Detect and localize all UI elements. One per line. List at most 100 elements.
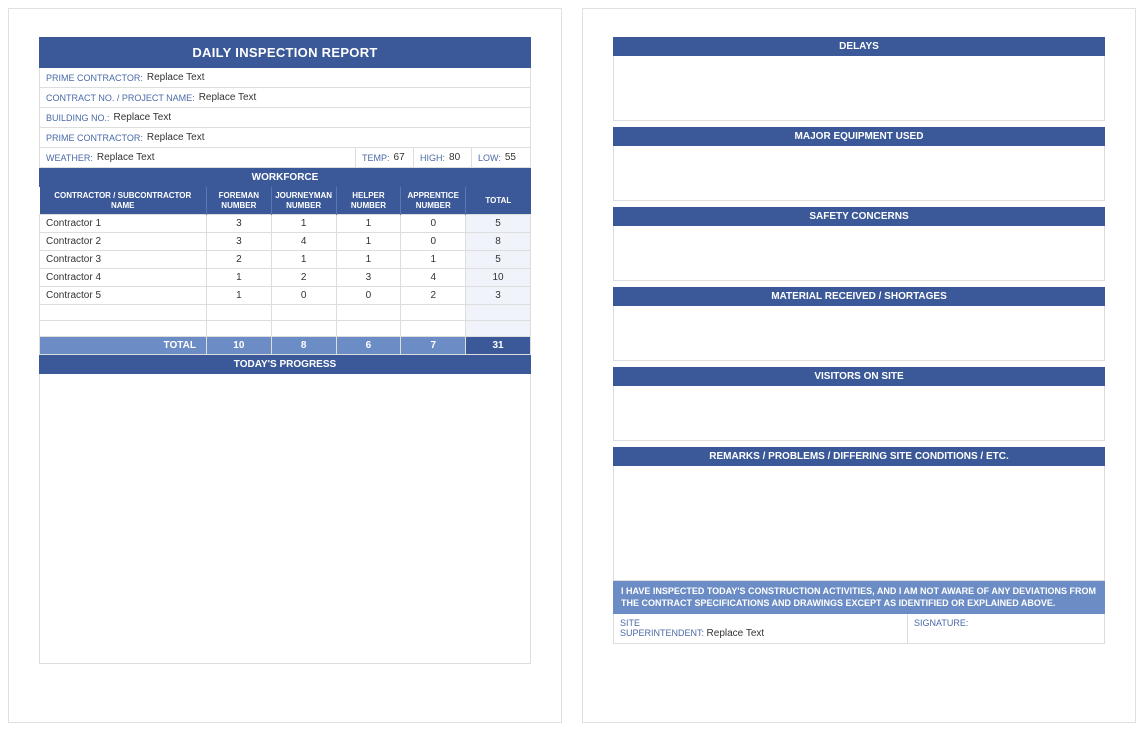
cell-name[interactable]: Contractor 2 [40,233,207,251]
table-row: Contractor 321115 [40,251,531,269]
col-foreman: FOREMAN NUMBER [206,187,271,215]
weather-row: WEATHER: Replace Text TEMP: 67 HIGH: 80 … [39,148,531,168]
col-name: CONTRACTOR / SUBCONTRACTOR NAME [40,187,207,215]
cell-journeyman[interactable]: 1 [271,215,336,233]
low-value[interactable]: 55 [505,152,516,163]
safety-box[interactable] [613,226,1105,281]
low-cell: LOW: 55 [472,148,530,167]
table-row: Contractor 131105 [40,215,531,233]
cell-total: 8 [466,233,531,251]
high-cell: HIGH: 80 [414,148,472,167]
field-contract-no: CONTRACT NO. / PROJECT NAME: Replace Tex… [39,88,531,108]
grand-total: 31 [466,337,531,355]
cell-helper[interactable]: 1 [336,233,401,251]
col-journeyman: JOURNEYMAN NUMBER [271,187,336,215]
cell-foreman[interactable]: 1 [206,269,271,287]
field-value[interactable]: Replace Text [147,72,205,83]
cell-name[interactable]: Contractor 1 [40,215,207,233]
total-apprentice: 7 [401,337,466,355]
table-row-empty [40,321,531,337]
table-row-empty [40,305,531,321]
col-apprentice: APPRENTICE NUMBER [401,187,466,215]
visitors-header: VISITORS ON SITE [613,367,1105,386]
cell-foreman[interactable]: 1 [206,287,271,305]
field-value[interactable]: Replace Text [199,92,257,103]
field-label: BUILDING NO.: [46,113,110,123]
cell-name[interactable]: Contractor 4 [40,269,207,287]
super-label-1: SITE [620,618,901,628]
temp-cell: TEMP: 67 [356,148,414,167]
cell-helper[interactable]: 1 [336,215,401,233]
cell-apprentice[interactable]: 2 [401,287,466,305]
col-helper: HELPER NUMBER [336,187,401,215]
report-page-2: DELAYS MAJOR EQUIPMENT USED SAFETY CONCE… [582,8,1136,723]
signature-label: SIGNATURE: [914,618,1098,628]
workforce-header: WORKFORCE [39,168,531,187]
field-building-no: BUILDING NO.: Replace Text [39,108,531,128]
cell-total: 3 [466,287,531,305]
table-row: Contractor 4123410 [40,269,531,287]
remarks-box[interactable] [613,466,1105,581]
cell-helper[interactable]: 3 [336,269,401,287]
delays-box[interactable] [613,56,1105,121]
cell-total: 10 [466,269,531,287]
inspection-statement: I HAVE INSPECTED TODAY'S CONSTRUCTION AC… [613,581,1105,614]
field-value[interactable]: Replace Text [114,112,172,123]
table-total-row: TOTAL1086731 [40,337,531,355]
cell-name[interactable]: Contractor 5 [40,287,207,305]
field-label: PRIME CONTRACTOR: [46,73,143,83]
super-value[interactable]: Replace Text [707,628,765,639]
cell-foreman[interactable]: 3 [206,215,271,233]
report-page-1: DAILY INSPECTION REPORT PRIME CONTRACTOR… [8,8,562,723]
signature-row: SITE SUPERINTENDENT: Replace Text SIGNAT… [613,614,1105,644]
weather-label: WEATHER: [46,153,93,163]
cell-apprentice[interactable]: 1 [401,251,466,269]
weather-value[interactable]: Replace Text [97,152,155,163]
cell-journeyman[interactable]: 2 [271,269,336,287]
cell-apprentice[interactable]: 4 [401,269,466,287]
table-header-row: CONTRACTOR / SUBCONTRACTOR NAME FOREMAN … [40,187,531,215]
cell-apprentice[interactable]: 0 [401,233,466,251]
cell-total: 5 [466,251,531,269]
visitors-box[interactable] [613,386,1105,441]
progress-box[interactable] [39,374,531,664]
report-title: DAILY INSPECTION REPORT [39,37,531,68]
high-label: HIGH: [420,153,445,163]
signature-cell[interactable]: SIGNATURE: [908,614,1104,643]
temp-value[interactable]: 67 [394,152,405,163]
equipment-box[interactable] [613,146,1105,201]
temp-label: TEMP: [362,153,390,163]
progress-header: TODAY'S PROGRESS [39,355,531,374]
cell-foreman[interactable]: 3 [206,233,271,251]
cell-journeyman[interactable]: 4 [271,233,336,251]
total-helper: 6 [336,337,401,355]
cell-name[interactable]: Contractor 3 [40,251,207,269]
field-value[interactable]: Replace Text [147,132,205,143]
workforce-table: CONTRACTOR / SUBCONTRACTOR NAME FOREMAN … [39,187,531,355]
total-foreman: 10 [206,337,271,355]
cell-helper[interactable]: 0 [336,287,401,305]
cell-foreman[interactable]: 2 [206,251,271,269]
cell-apprentice[interactable]: 0 [401,215,466,233]
cell-helper[interactable]: 1 [336,251,401,269]
field-prime-contractor-2: PRIME CONTRACTOR: Replace Text [39,128,531,148]
field-prime-contractor: PRIME CONTRACTOR: Replace Text [39,68,531,88]
cell-journeyman[interactable]: 0 [271,287,336,305]
cell-journeyman[interactable]: 1 [271,251,336,269]
remarks-header: REMARKS / PROBLEMS / DIFFERING SITE COND… [613,447,1105,466]
delays-header: DELAYS [613,37,1105,56]
table-row: Contractor 234108 [40,233,531,251]
table-row: Contractor 510023 [40,287,531,305]
total-journeyman: 8 [271,337,336,355]
equipment-header: MAJOR EQUIPMENT USED [613,127,1105,146]
super-label-2: SUPERINTENDENT: [620,628,704,638]
material-box[interactable] [613,306,1105,361]
high-value[interactable]: 80 [449,152,460,163]
field-label: CONTRACT NO. / PROJECT NAME: [46,93,195,103]
superintendent-cell: SITE SUPERINTENDENT: Replace Text [614,614,908,643]
total-label: TOTAL [40,337,207,355]
low-label: LOW: [478,153,501,163]
cell-total: 5 [466,215,531,233]
safety-header: SAFETY CONCERNS [613,207,1105,226]
field-label: PRIME CONTRACTOR: [46,133,143,143]
